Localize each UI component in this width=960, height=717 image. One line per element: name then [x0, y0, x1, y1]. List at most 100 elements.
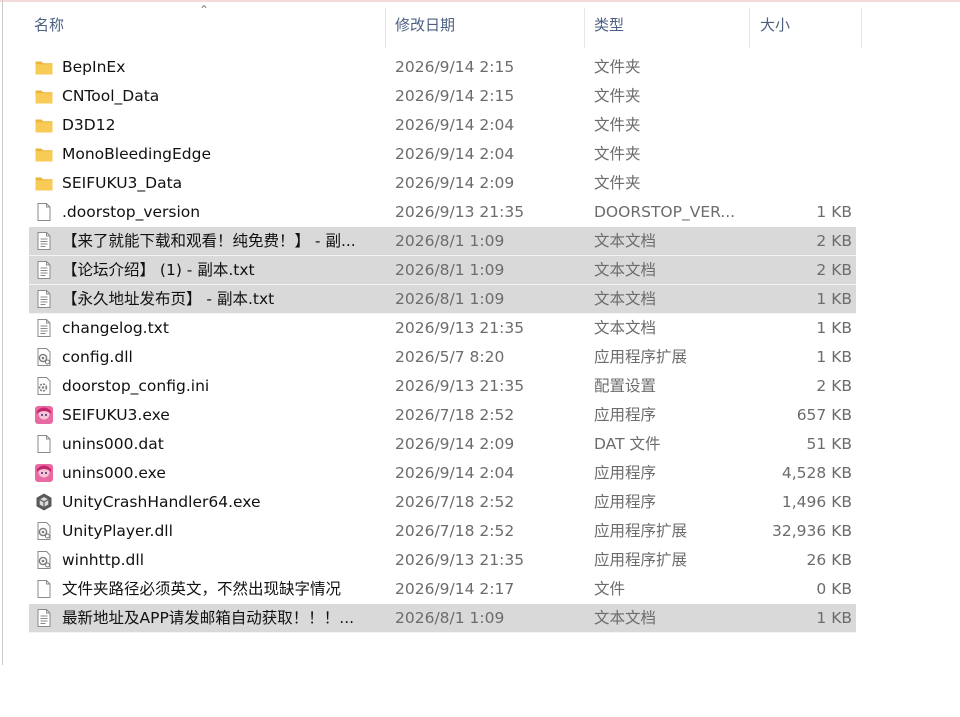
file-name: MonoBleedingEdge [62, 145, 211, 163]
file-name: 【论坛介绍】 (1) - 副本.txt [62, 261, 255, 279]
file-name: UnityCrashHandler64.exe [62, 493, 261, 511]
file-name: unins000.exe [62, 464, 166, 482]
file-type: 文件夹 [594, 145, 641, 163]
file-size: 1,496 KB [781, 493, 852, 511]
folder-icon [34, 115, 54, 135]
file-row[interactable]: CNTool_Data 2026/9/14 2:15 文件夹 [0, 82, 960, 111]
file-row[interactable]: UnityPlayer.dll 2026/7/18 2:52 应用程序扩展 32,93… [0, 517, 960, 546]
column-divider[interactable] [861, 8, 862, 48]
file-modified-date: 2026/8/1 1:09 [395, 609, 505, 627]
file-type: 文件夹 [594, 87, 641, 105]
column-header-type[interactable]: 类型 [594, 6, 624, 44]
file-size: 1 KB [816, 319, 852, 337]
text-file-icon [34, 318, 54, 338]
column-header-size[interactable]: 大小 [760, 6, 790, 44]
file-size: 2 KB [816, 377, 852, 395]
file-row[interactable]: SEIFUKU3_Data 2026/9/14 2:09 文件夹 [0, 169, 960, 198]
file-row[interactable]: UnityCrashHandler64.exe 2026/7/18 2:52 应用程… [0, 488, 960, 517]
file-row[interactable]: doorstop_config.ini 2026/9/13 21:35 配置设置 2 … [0, 372, 960, 401]
text-file-icon [34, 260, 54, 280]
file-row[interactable]: 【论坛介绍】 (1) - 副本.txt 2026/8/1 1:09 文本文档 2 KB [0, 256, 960, 285]
column-divider[interactable] [749, 8, 750, 48]
file-modified-date: 2026/5/7 8:20 [395, 348, 505, 366]
file-type: 应用程序 [594, 406, 657, 424]
column-header-name[interactable]: 名称 [34, 6, 64, 44]
file-name: SEIFUKU3.exe [62, 406, 170, 424]
file-size: 4,528 KB [781, 464, 852, 482]
app-anime-icon [34, 405, 54, 425]
ini-file-icon [34, 376, 54, 396]
file-name: D3D12 [62, 116, 116, 134]
file-row[interactable]: .doorstop_version 2026/9/13 21:35 DOORSTOP… [0, 198, 960, 227]
file-size: 1 KB [816, 348, 852, 366]
file-size: 51 KB [806, 435, 852, 453]
file-type: 文件夹 [594, 116, 641, 134]
column-header-bar: ⌃ 名称 修改日期 类型 大小 [0, 3, 960, 48]
file-row[interactable]: SEIFUKU3.exe 2026/7/18 2:52 应用程序 657 KB [0, 401, 960, 430]
file-name: .doorstop_version [62, 203, 201, 221]
file-modified-date: 2026/9/14 2:15 [395, 87, 515, 105]
file-type: 应用程序扩展 [594, 348, 688, 366]
file-modified-date: 2026/8/1 1:09 [395, 290, 505, 308]
file-row[interactable]: unins000.exe 2026/9/14 2:04 应用程序 4,528 KB [0, 459, 960, 488]
file-row[interactable]: 文件夹路径必须英文，不然出现缺字情况 2026/9/14 2:17 文件 0 KB [0, 575, 960, 604]
file-type: 文本文档 [594, 232, 657, 250]
file-name: unins000.dat [62, 435, 164, 453]
column-header-date[interactable]: 修改日期 [395, 6, 455, 44]
file-modified-date: 2026/9/14 2:15 [395, 58, 515, 76]
file-type: 文件 [594, 580, 626, 598]
file-size: 1 KB [816, 609, 852, 627]
file-name: SEIFUKU3_Data [62, 174, 183, 192]
dll-file-icon [34, 521, 54, 541]
file-modified-date: 2026/7/18 2:52 [395, 522, 515, 540]
file-row[interactable]: 【来了就能下载和观看！纯免费！】 - 副... 2026/8/1 1:09 文本文档… [0, 227, 960, 256]
file-type: 应用程序 [594, 493, 657, 511]
file-type: 应用程序 [594, 464, 657, 482]
file-type: 应用程序扩展 [594, 522, 688, 540]
file-size: 0 KB [816, 580, 852, 598]
file-row[interactable]: winhttp.dll 2026/9/13 21:35 应用程序扩展 26 KB [0, 546, 960, 575]
file-row[interactable]: D3D12 2026/9/14 2:04 文件夹 [0, 111, 960, 140]
file-row[interactable]: unins000.dat 2026/9/14 2:09 DAT 文件 51 KB [0, 430, 960, 459]
blank-file-icon [34, 202, 54, 222]
sort-ascending-icon[interactable]: ⌃ [199, 3, 209, 17]
blank-file-icon [34, 579, 54, 599]
file-row[interactable]: MonoBleedingEdge 2026/9/14 2:04 文件夹 [0, 140, 960, 169]
blank-file-icon [34, 434, 54, 454]
folder-icon [34, 57, 54, 77]
file-row[interactable]: changelog.txt 2026/9/13 21:35 文本文档 1 KB [0, 314, 960, 343]
text-file-icon [34, 289, 54, 309]
file-modified-date: 2026/9/13 21:35 [395, 203, 525, 221]
file-modified-date: 2026/9/13 21:35 [395, 551, 525, 569]
file-row[interactable]: 【永久地址发布页】 - 副本.txt 2026/8/1 1:09 文本文档 1 KB [0, 285, 960, 314]
file-list: BepInEx 2026/9/14 2:15 文件夹 CNTool_Data 2026/… [0, 53, 960, 633]
file-name: changelog.txt [62, 319, 169, 337]
file-size: 26 KB [806, 551, 852, 569]
folder-icon [34, 173, 54, 193]
file-modified-date: 2026/7/18 2:52 [395, 493, 515, 511]
file-modified-date: 2026/7/18 2:52 [395, 406, 515, 424]
file-name: winhttp.dll [62, 551, 145, 569]
file-row[interactable]: config.dll 2026/5/7 8:20 应用程序扩展 1 KB [0, 343, 960, 372]
column-divider[interactable] [584, 8, 585, 48]
file-name: 最新地址及APP请发邮箱自动获取！！！... [62, 609, 355, 627]
file-modified-date: 2026/9/14 2:04 [395, 116, 515, 134]
file-name: config.dll [62, 348, 133, 366]
file-modified-date: 2026/8/1 1:09 [395, 261, 505, 279]
file-row[interactable]: BepInEx 2026/9/14 2:15 文件夹 [0, 53, 960, 82]
file-name: 【来了就能下载和观看！纯免费！】 - 副... [62, 232, 356, 250]
file-size: 1 KB [816, 203, 852, 221]
dll-file-icon [34, 550, 54, 570]
file-name: BepInEx [62, 58, 126, 76]
column-divider[interactable] [385, 8, 386, 48]
file-name: 文件夹路径必须英文，不然出现缺字情况 [62, 580, 342, 598]
folder-icon [34, 86, 54, 106]
file-name: UnityPlayer.dll [62, 522, 173, 540]
file-row[interactable]: 最新地址及APP请发邮箱自动获取！！！... 2026/8/1 1:09 文本文档 1… [0, 604, 960, 633]
file-name: doorstop_config.ini [62, 377, 210, 395]
file-type: DOORSTOP_VER... [594, 203, 736, 221]
text-file-icon [34, 231, 54, 251]
file-type: 文件夹 [594, 58, 641, 76]
unity-icon [34, 492, 54, 512]
file-size: 32,936 KB [772, 522, 852, 540]
